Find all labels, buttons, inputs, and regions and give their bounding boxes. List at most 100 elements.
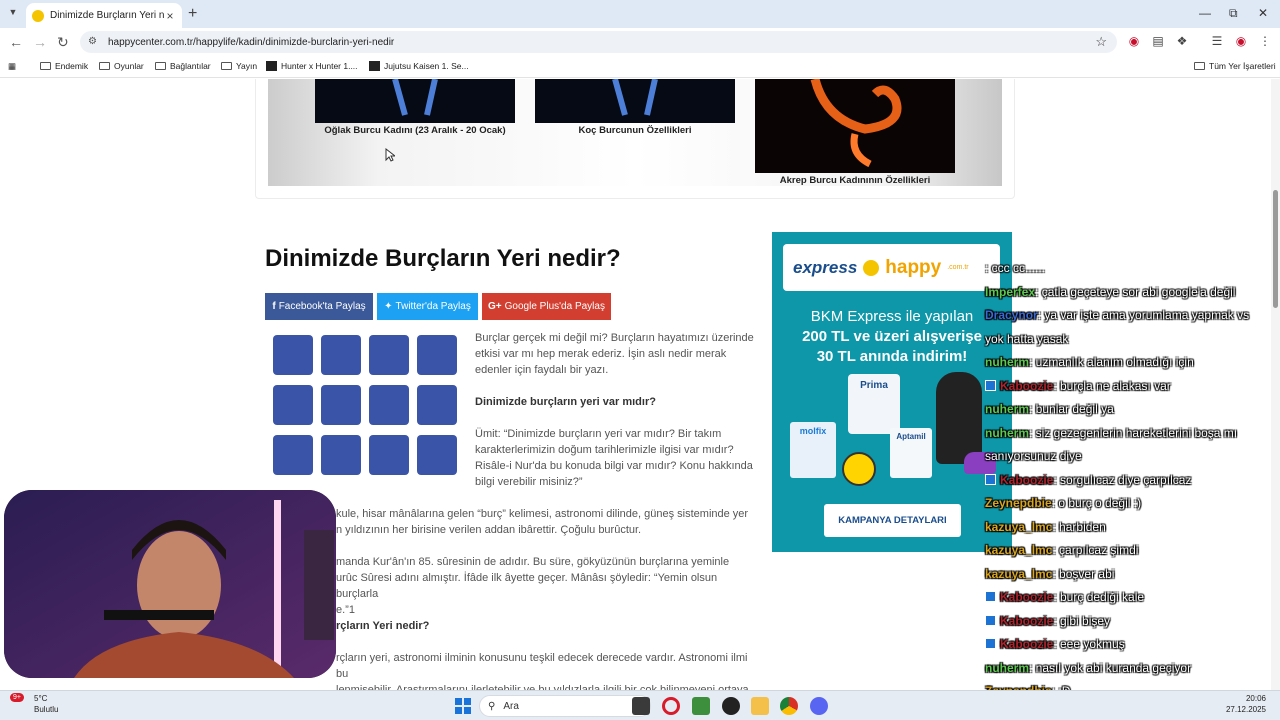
google-share-button[interactable]: G+ Google Plus'da Paylaş — [482, 293, 611, 320]
reader-extension-icon[interactable]: ▤ — [1150, 34, 1166, 50]
bookmark-jujutsu[interactable]: Jujutsu Kaisen 1. Se... — [369, 61, 469, 71]
obs-icon[interactable] — [722, 697, 740, 715]
file-explorer-icon[interactable] — [751, 697, 769, 715]
profile-avatar-icon[interactable]: ◉ — [1233, 34, 1249, 50]
back-icon[interactable]: ← — [9, 34, 23, 50]
all-bookmarks[interactable]: Tüm Yer İşaretleri — [1194, 61, 1276, 71]
new-tab-button[interactable]: + — [188, 5, 197, 23]
chat-message: Dracynor: ya var işte ama yorumlama yapm… — [985, 308, 1249, 322]
bookmarks-bar: ▦ Endemik Oyunlar Bağlantılar Yayın Hunt… — [0, 56, 1280, 78]
apps-icon[interactable]: ▦ — [8, 61, 16, 72]
url-text: happycenter.com.tr/happylife/kadin/dinim… — [108, 36, 395, 48]
related-image-akrep[interactable] — [755, 79, 955, 173]
related-caption[interactable]: Akrep Burcu Kadınının Özellikleri — [755, 175, 955, 186]
site-info-icon[interactable]: ⚙ — [88, 36, 100, 48]
windows-start-icon[interactable] — [454, 697, 472, 715]
bookmark-hunter[interactable]: Hunter x Hunter 1.... — [266, 61, 358, 71]
address-toolbar: ← → ↻ ⚙ happycenter.com.tr/happylife/kad… — [0, 28, 1280, 56]
subscriber-badge-icon — [985, 591, 996, 602]
related-image-oglak[interactable] — [315, 79, 515, 123]
smiley-icon — [863, 259, 880, 276]
zodiac-icon — [273, 385, 313, 425]
bookmark-label: Jujutsu Kaisen 1. Se... — [384, 61, 469, 71]
related-caption[interactable]: Koç Burcunun Özellikleri — [535, 125, 735, 136]
clock-date: 27.12.2025 — [1225, 705, 1266, 714]
discord-icon[interactable] — [810, 697, 828, 715]
bookmark-star-icon[interactable]: ☆ — [1095, 34, 1107, 50]
media-control-icon[interactable]: ☰ — [1209, 34, 1225, 50]
body-paragraph: rçların yeri, astronomi ilminin konusunu… — [336, 652, 749, 690]
twitter-share-button[interactable]: ✦ Twitter'da Paylaş — [377, 293, 478, 320]
subscriber-badge-icon — [985, 473, 996, 485]
tab-search-icon[interactable]: ▼ — [6, 7, 20, 21]
button-label: Twitter'da Paylaş — [395, 301, 471, 312]
url-bar[interactable]: ⚙ happycenter.com.tr/happylife/kadin/din… — [80, 31, 1117, 53]
close-window-icon[interactable]: ✕ — [1258, 6, 1268, 20]
subscriber-badge-icon — [985, 614, 996, 626]
chat-text: : ya var işte ama yorumlama yapmak vs — [1037, 308, 1250, 322]
bookmark-label: Endemik — [55, 61, 89, 71]
minimize-icon[interactable]: — — [1199, 6, 1211, 20]
prima-pack: Prima — [848, 374, 900, 434]
chat-message: nuherm: uzmanlık alanım olmadığı için — [985, 355, 1194, 369]
advertisement-banner[interactable]: express happy .com.tr BKM Express ile yap… — [772, 232, 1012, 552]
chat-message: nuherm: bunlar değil ya — [985, 402, 1114, 416]
chat-username: nuherm — [985, 660, 1030, 675]
windows-taskbar: 9+ 5°C Bulutlu ⚲ Ara 20:06 27.12.2025 — [0, 690, 1280, 720]
bookmark-baglantilar[interactable]: Bağlantılar — [155, 61, 211, 71]
chat-text: : harbiden — [1052, 519, 1106, 534]
zodiac-icon — [417, 335, 457, 375]
weather-widget[interactable]: 9+ — [10, 693, 32, 715]
opera-icon[interactable] — [662, 697, 680, 715]
chrome-icon[interactable] — [780, 697, 798, 715]
bookmark-oyunlar[interactable]: Oyunlar — [99, 61, 144, 71]
section-heading: rçların Yeri nedir? — [336, 620, 430, 632]
related-caption[interactable]: Oğlak Burcu Kadını (23 Aralık - 20 Ocak) — [315, 125, 515, 136]
folder-icon — [1194, 62, 1205, 70]
site-icon — [266, 61, 277, 71]
extensions-icon[interactable]: ❖ — [1174, 34, 1190, 50]
chat-message: nuherm: nasıl yok abi kuranda geçiyor — [985, 661, 1191, 675]
chat-username: nuherm — [985, 425, 1030, 440]
zodiac-icon — [369, 335, 409, 375]
chat-message: nuherm: siz gezegenlerin hareketlerini b… — [985, 426, 1237, 440]
chat-message: Kaboozie: eee yokmuş — [985, 637, 1125, 651]
task-view-icon[interactable] — [632, 697, 650, 715]
chat-message: kazuya_lmc: boşver abi — [985, 567, 1114, 581]
related-image-koc[interactable] — [535, 79, 735, 123]
tab-title: Dinimizde Burçların Yeri nedir? — [50, 10, 164, 21]
aptamil-pack: Aptamil — [890, 428, 932, 478]
facebook-icon: f — [272, 301, 276, 312]
coffee-machine-image — [936, 372, 982, 464]
menu-icon[interactable]: ⋮ — [1257, 34, 1273, 50]
close-tab-icon[interactable]: × — [164, 9, 176, 23]
campaign-details-button[interactable]: KAMPANYA DETAYLARI — [824, 504, 961, 537]
subscriber-badge-icon — [985, 379, 996, 391]
xbox-icon[interactable] — [692, 697, 710, 715]
body-paragraph: kule, hisar mânâlarına gelen “burç” keli… — [336, 508, 749, 536]
chat-message: kazuya_lmc: harbiden — [985, 520, 1106, 534]
facebook-share-button[interactable]: f Facebook'ta Paylaş — [265, 293, 373, 320]
bookmark-label: Tüm Yer İşaretleri — [1209, 61, 1276, 71]
chat-message: Zeynepdbie: o burç o değil :) — [985, 496, 1141, 510]
chat-username: Dracynor — [985, 308, 1038, 322]
streamer-webcam-image — [4, 490, 336, 678]
figure-illustration — [612, 79, 658, 116]
page-scrollbar[interactable] — [1271, 79, 1280, 690]
chat-username: Zeynepdbie — [985, 496, 1052, 510]
chat-message: Kaboozie: sorgulıcaz diye çarpılcaz — [985, 473, 1191, 487]
browser-tab[interactable]: Dinimizde Burçların Yeri nedir? × — [26, 3, 182, 28]
forward-icon[interactable]: → — [33, 34, 47, 50]
chat-text: : burç dediği kale — [1053, 590, 1145, 604]
weather-desc: Bulutlu — [34, 705, 59, 714]
opera-extension-icon[interactable]: ◉ — [1126, 34, 1142, 50]
folder-icon — [99, 62, 110, 70]
scrollbar-thumb[interactable] — [1273, 190, 1278, 308]
taskbar-search[interactable]: ⚲ Ara — [479, 695, 651, 717]
chat-message: sanıyorsunuz diye — [985, 449, 1082, 463]
bookmark-yayin[interactable]: Yayın — [221, 61, 257, 71]
restore-icon[interactable]: ⧉ — [1229, 6, 1238, 21]
reload-icon[interactable]: ↻ — [57, 34, 69, 51]
bookmark-endemik[interactable]: Endemik — [40, 61, 88, 71]
chat-username: Kaboozie — [1000, 378, 1054, 393]
